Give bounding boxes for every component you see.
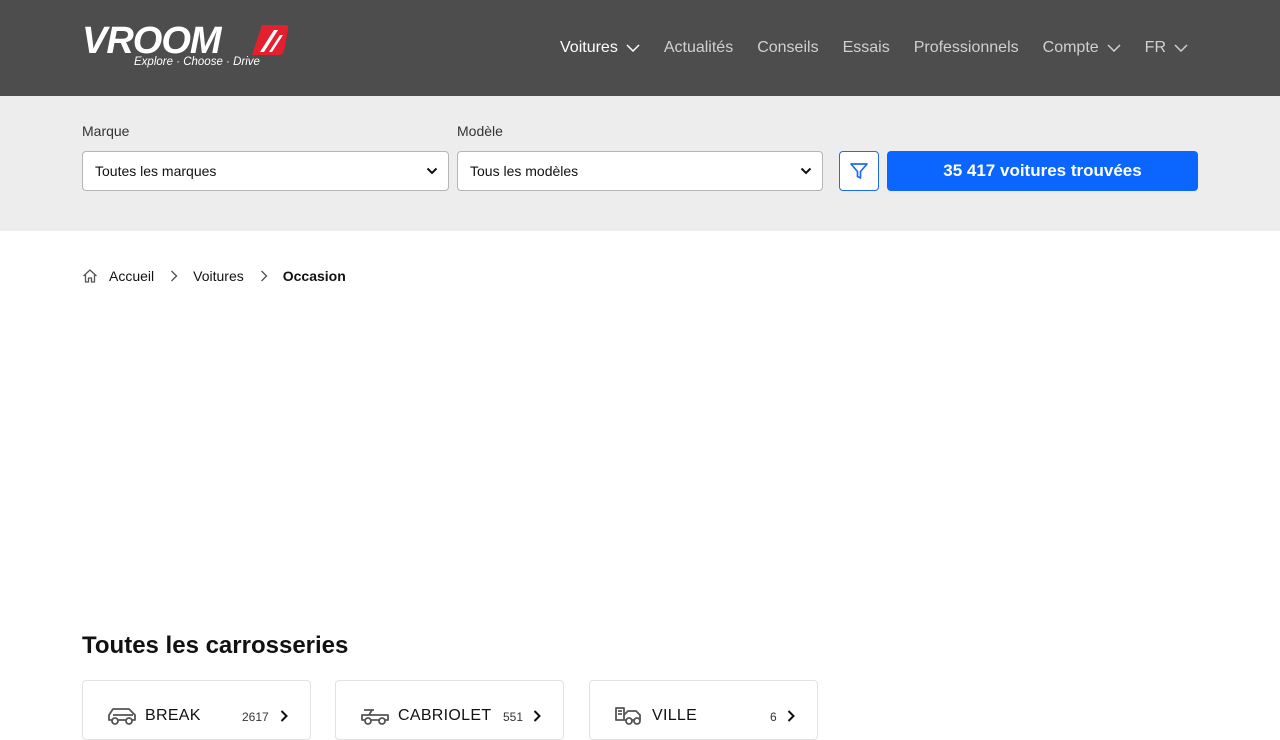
nav-item-essais[interactable]: Essais <box>843 39 890 57</box>
brand-select-value: Toutes les marques <box>95 163 217 179</box>
site-header: VROOM Explore · Choose · Drive Voitures … <box>0 0 1280 96</box>
nav-item-label: Professionnels <box>913 39 1019 56</box>
nav-item-professionnels[interactable]: Professionnels <box>914 39 1019 57</box>
filter-button[interactable] <box>839 151 879 191</box>
logo-swoosh-icon <box>252 25 288 55</box>
chevron-down-icon <box>800 167 812 175</box>
logo-tagline: Explore · Choose · Drive <box>134 56 260 68</box>
body-card-label: BREAK <box>145 707 201 724</box>
body-card-count: 6 <box>770 710 777 724</box>
breadcrumb: Accueil Voitures Occasion <box>82 266 346 286</box>
nav-item-label: Compte <box>1042 39 1099 56</box>
brand-label: Marque <box>82 123 130 139</box>
body-card-label: CABRIOLET <box>398 707 492 724</box>
vroom-logo[interactable]: VROOM Explore · Choose · Drive <box>82 22 292 74</box>
body-card-count: 2617 <box>242 710 269 724</box>
convertible-icon <box>361 709 389 725</box>
breadcrumb-voitures[interactable]: Voitures <box>193 268 244 284</box>
logo-wordmark: VROOM <box>82 20 222 62</box>
body-card-count: 551 <box>503 710 524 724</box>
filter-icon <box>850 163 868 179</box>
main-nav: Voitures Actualités Conseils Essais Prof… <box>536 36 1188 60</box>
nav-item-label: FR <box>1144 39 1166 56</box>
nav-item-compte[interactable]: Compte <box>1043 39 1121 57</box>
show-results-button[interactable]: 35 417 voitures trouvées <box>887 151 1198 191</box>
chevron-down-icon <box>1174 44 1188 52</box>
chevron-down-icon <box>1107 44 1121 52</box>
body-card-ville[interactable]: VILLE 6 <box>589 680 818 740</box>
nav-item-voitures[interactable]: Voitures <box>560 39 640 57</box>
model-select[interactable]: Tous les modèles <box>457 151 823 191</box>
chevron-right-icon <box>170 270 178 282</box>
body-card-break[interactable]: BREAK 2617 <box>82 680 311 740</box>
model-label: Modèle <box>457 123 503 139</box>
station-wagon-icon <box>108 708 136 725</box>
nav-item-actualites[interactable]: Actualités <box>664 39 733 57</box>
chevron-right-icon <box>533 710 541 722</box>
section-title: Toutes les carrosseries <box>82 632 349 659</box>
chevron-right-icon <box>260 270 268 282</box>
model-select-value: Tous les modèles <box>470 163 579 179</box>
breadcrumb-current: Occasion <box>282 268 346 284</box>
nav-item-label: Conseils <box>757 39 819 56</box>
nav-item-label: Actualités <box>663 39 734 56</box>
nav-item-language[interactable]: FR <box>1145 39 1188 57</box>
body-card-cabriolet[interactable]: CABRIOLET 551 <box>335 680 564 740</box>
nav-item-label: Voitures <box>560 39 618 56</box>
chevron-down-icon <box>426 167 438 175</box>
nav-item-conseils[interactable]: Conseils <box>757 39 818 57</box>
results-count-label: 35 417 voitures trouvées <box>943 161 1142 180</box>
chevron-down-icon <box>626 44 640 52</box>
brand-select[interactable]: Toutes les marques <box>82 151 449 191</box>
breadcrumb-home[interactable]: Accueil <box>109 268 154 284</box>
nav-item-label: Essais <box>842 39 890 56</box>
city-car-icon <box>615 707 641 725</box>
chevron-right-icon <box>280 710 288 722</box>
body-card-label: VILLE <box>652 707 698 724</box>
search-bar: Marque Toutes les marques Modèle Tous le… <box>0 96 1280 231</box>
home-icon[interactable] <box>82 268 98 284</box>
chevron-right-icon <box>787 710 795 722</box>
